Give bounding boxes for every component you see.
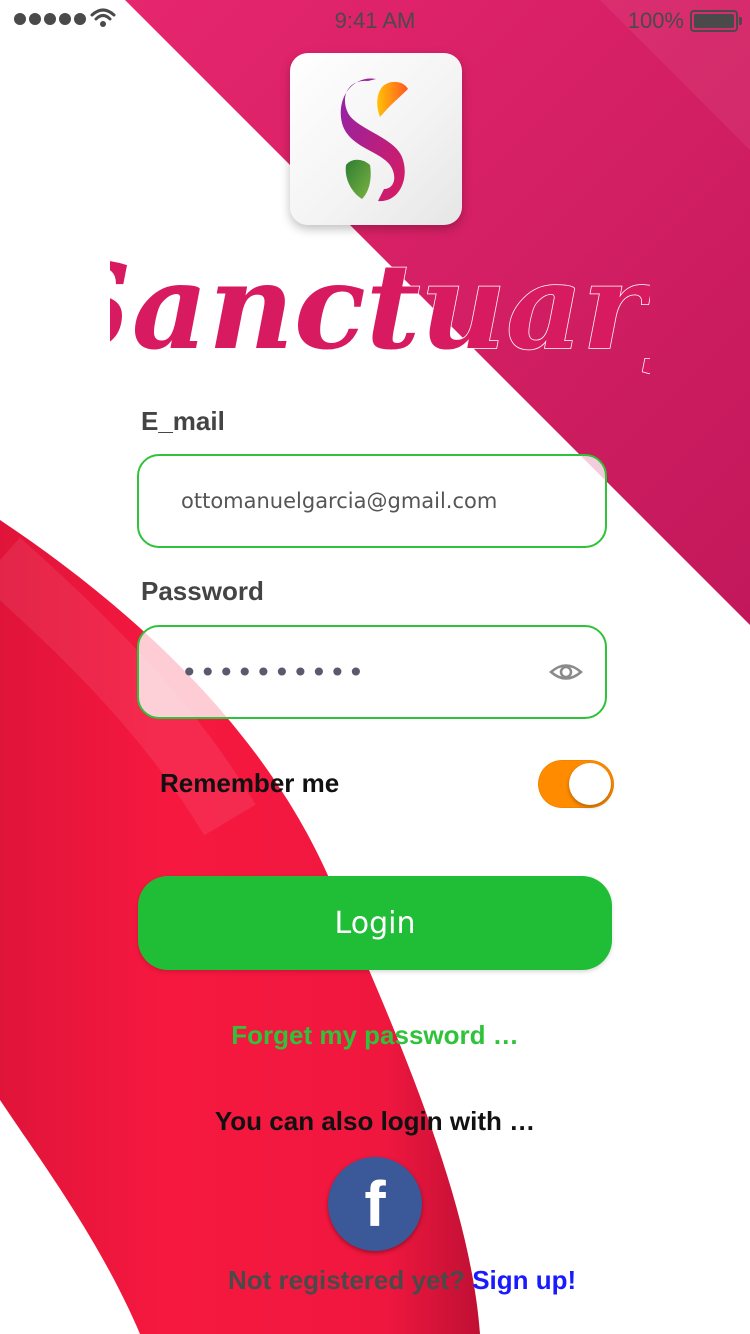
remember-me-toggle[interactable] [538, 760, 614, 808]
facebook-icon: f [364, 1168, 386, 1240]
battery-icon [690, 10, 742, 32]
forgot-password-link[interactable]: Forget my password … [0, 1020, 750, 1051]
status-bar: 9:41 AM 100% [0, 0, 750, 40]
password-label: Password [141, 576, 264, 606]
toggle-knob [569, 763, 611, 805]
email-field-container[interactable] [137, 454, 607, 548]
signup-row: Not registered yet? Sign up! [228, 1265, 576, 1296]
not-registered-text: Not registered yet? [228, 1265, 465, 1295]
brand-name: Sanctuary [110, 237, 650, 376]
facebook-login-button[interactable]: f [328, 1157, 422, 1251]
password-field[interactable] [181, 627, 561, 717]
login-button[interactable]: Login [138, 876, 612, 970]
password-field-container[interactable] [137, 625, 607, 719]
email-field[interactable] [181, 456, 561, 546]
social-login-prompt: You can also login with … [214, 1106, 536, 1136]
remember-me-label: Remember me [160, 768, 340, 798]
eye-icon[interactable] [549, 657, 583, 687]
brand-wordmark: Sanctuary [110, 190, 650, 410]
signup-link[interactable]: Sign up! [472, 1265, 576, 1295]
email-label: E_mail [141, 406, 225, 436]
battery-percent: 100% [627, 8, 684, 33]
